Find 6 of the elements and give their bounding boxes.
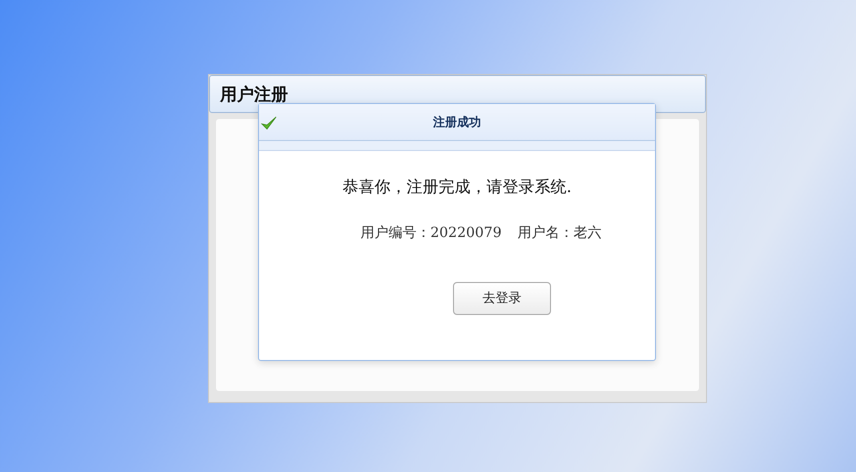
checkmark-icon: [261, 116, 277, 130]
dialog-title: 注册成功: [433, 114, 481, 131]
detail-text: 用户名：老六: [518, 224, 602, 243]
login-button[interactable]: 去登录: [453, 282, 551, 315]
success-message: 恭喜你，注册完成，请登录系统.: [342, 176, 572, 198]
detail-text: 用户编号：20220079: [360, 224, 502, 243]
